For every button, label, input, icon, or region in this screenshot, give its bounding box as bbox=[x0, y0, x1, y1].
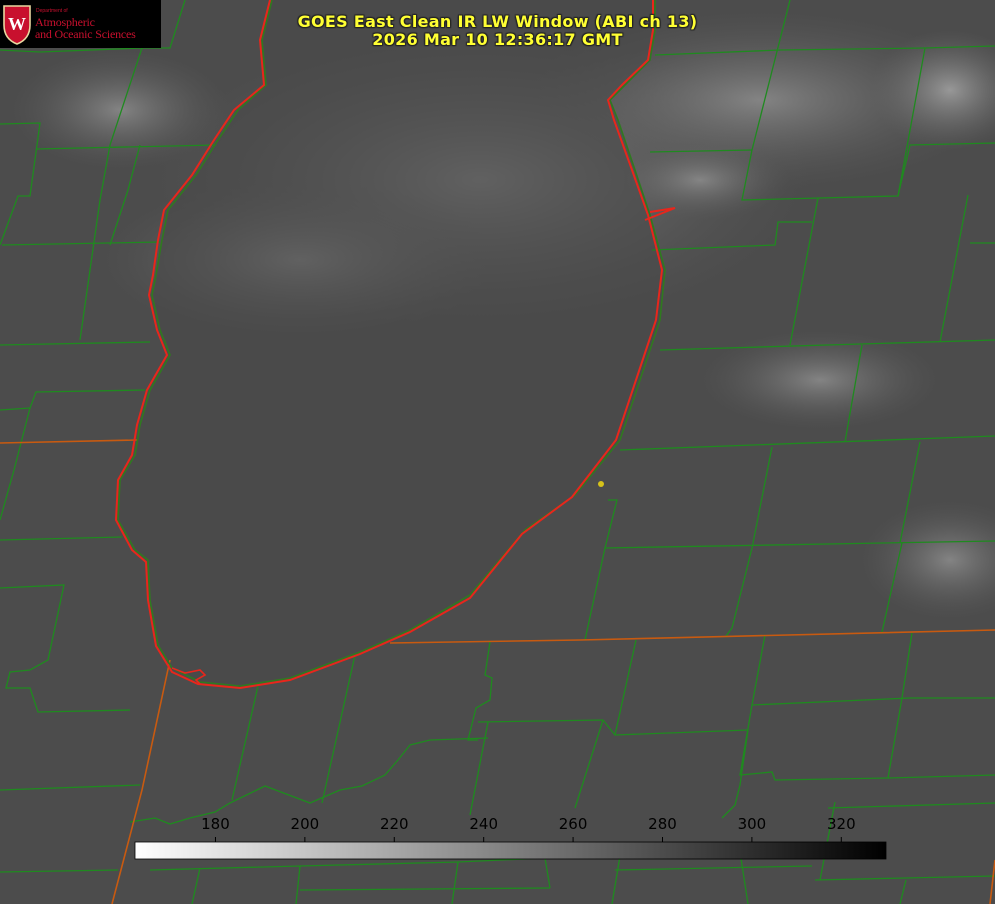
colorbar-tick-label: 320 bbox=[826, 815, 856, 833]
temperature-colorbar bbox=[134, 841, 887, 860]
colorbar-tick-label: 200 bbox=[290, 815, 320, 833]
location-marker bbox=[598, 481, 604, 487]
image-timestamp: 2026 Mar 10 12:36:17 GMT bbox=[372, 30, 623, 49]
colorbar-tick-label: 220 bbox=[379, 815, 409, 833]
image-title: GOES East Clean IR LW Window (ABI ch 13) bbox=[297, 12, 698, 31]
cloud-patch bbox=[10, 50, 230, 170]
colorbar-tick-label: 260 bbox=[558, 815, 588, 833]
satellite-image-viewer: W Department of Atmospheric and Oceanic … bbox=[0, 0, 995, 904]
colorbar-tick-label: 180 bbox=[201, 815, 230, 833]
colorbar-tick-label: 240 bbox=[469, 815, 498, 833]
colorbar-tick-label: 300 bbox=[737, 815, 767, 833]
colorbar-tick-label: 280 bbox=[648, 815, 677, 833]
ir-satellite-map bbox=[0, 0, 995, 904]
